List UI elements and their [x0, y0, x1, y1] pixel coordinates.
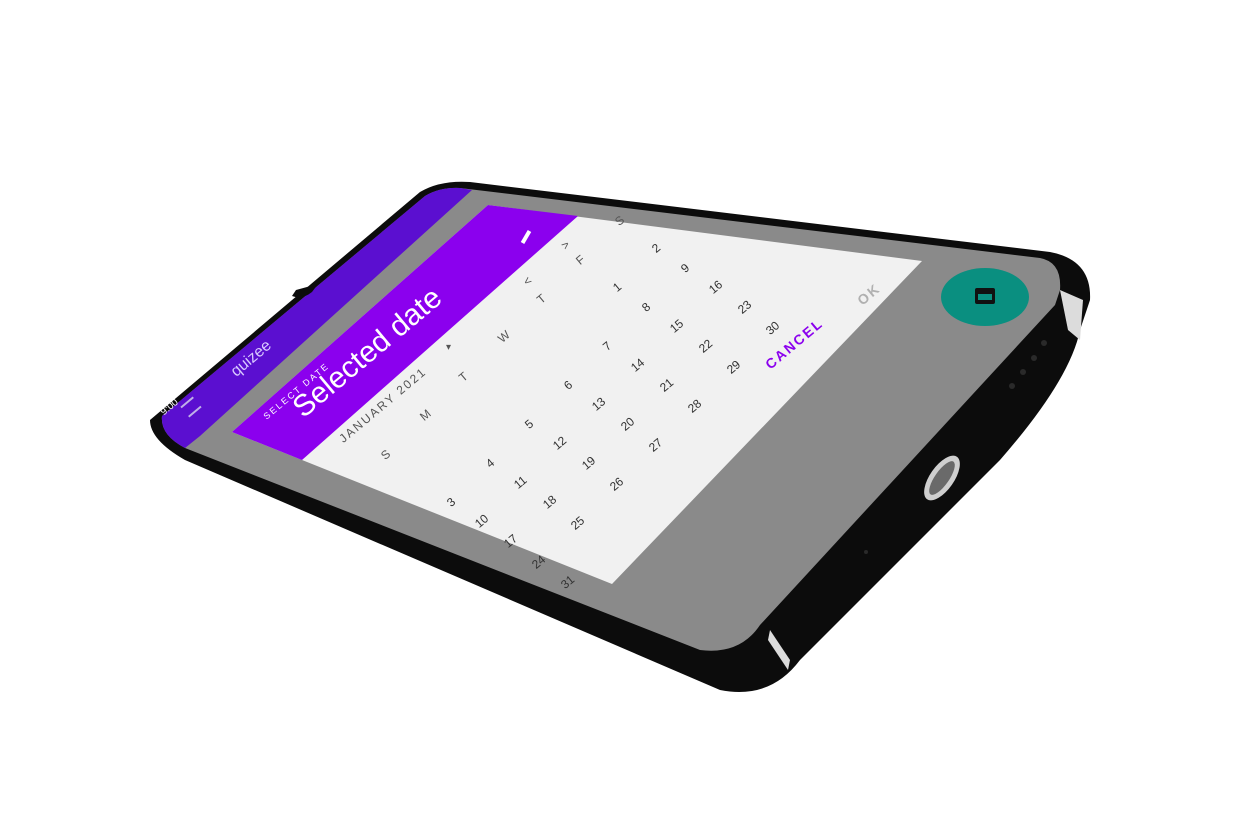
- day-cell[interactable]: 24: [529, 552, 548, 571]
- day-cell[interactable]: 3: [444, 495, 458, 510]
- day-cell[interactable]: 31: [558, 573, 577, 592]
- day-cell[interactable]: 27: [646, 435, 665, 454]
- day-cell[interactable]: 7: [600, 339, 614, 354]
- phone-render: 9:00 quizee SELECT DATE Selected date JA…: [0, 0, 1242, 828]
- day-cell[interactable]: 23: [735, 298, 754, 317]
- day-cell[interactable]: 19: [579, 454, 598, 473]
- day-cell[interactable]: 9: [678, 261, 692, 276]
- caret-down-icon[interactable]: ▾: [446, 342, 451, 353]
- weekday-header: S: [378, 446, 394, 463]
- weekday-header: W: [495, 327, 513, 346]
- chevron-right-icon[interactable]: >: [558, 237, 572, 252]
- day-cell[interactable]: 13: [589, 394, 608, 413]
- day-cell[interactable]: 1: [610, 279, 624, 294]
- day-cell[interactable]: 2: [649, 240, 663, 255]
- menu-icon[interactable]: [180, 396, 202, 418]
- day-cell[interactable]: 29: [724, 357, 743, 376]
- day-cell[interactable]: 25: [568, 513, 587, 532]
- chevron-left-icon[interactable]: <: [520, 273, 534, 288]
- day-cell[interactable]: 14: [628, 355, 647, 374]
- selected-date-text: Selected date: [286, 281, 449, 425]
- day-cell[interactable]: 21: [657, 376, 676, 395]
- day-cell[interactable]: 16: [706, 277, 725, 296]
- day-cell[interactable]: 11: [511, 473, 530, 492]
- day-cell[interactable]: 12: [550, 433, 569, 452]
- day-cell[interactable]: 15: [667, 316, 686, 335]
- calendar-icon: [975, 288, 995, 304]
- day-cell[interactable]: 18: [540, 493, 559, 512]
- status-time: 9:00: [158, 397, 181, 418]
- day-cell[interactable]: 30: [763, 318, 782, 337]
- weekday-header: M: [417, 406, 434, 424]
- day-cell[interactable]: 5: [522, 417, 536, 432]
- weekday-header: T: [534, 291, 549, 307]
- day-cell[interactable]: 26: [607, 474, 626, 493]
- day-cell[interactable]: 20: [618, 415, 637, 434]
- app-title: quizee: [227, 336, 275, 381]
- ok-button[interactable]: OK: [854, 280, 883, 308]
- pencil-icon[interactable]: [520, 229, 532, 245]
- day-cell[interactable]: 10: [472, 511, 491, 530]
- day-cell[interactable]: 8: [639, 300, 653, 315]
- weekday-header: F: [573, 252, 588, 268]
- day-cell[interactable]: 17: [501, 532, 520, 551]
- day-cell[interactable]: 28: [685, 396, 704, 415]
- day-cell[interactable]: 6: [561, 378, 575, 393]
- weekday-header: S: [612, 212, 628, 229]
- weekday-header: T: [456, 369, 471, 385]
- day-cell[interactable]: 4: [483, 456, 497, 471]
- day-cell[interactable]: 22: [696, 337, 715, 356]
- fab-button[interactable]: [941, 268, 1029, 326]
